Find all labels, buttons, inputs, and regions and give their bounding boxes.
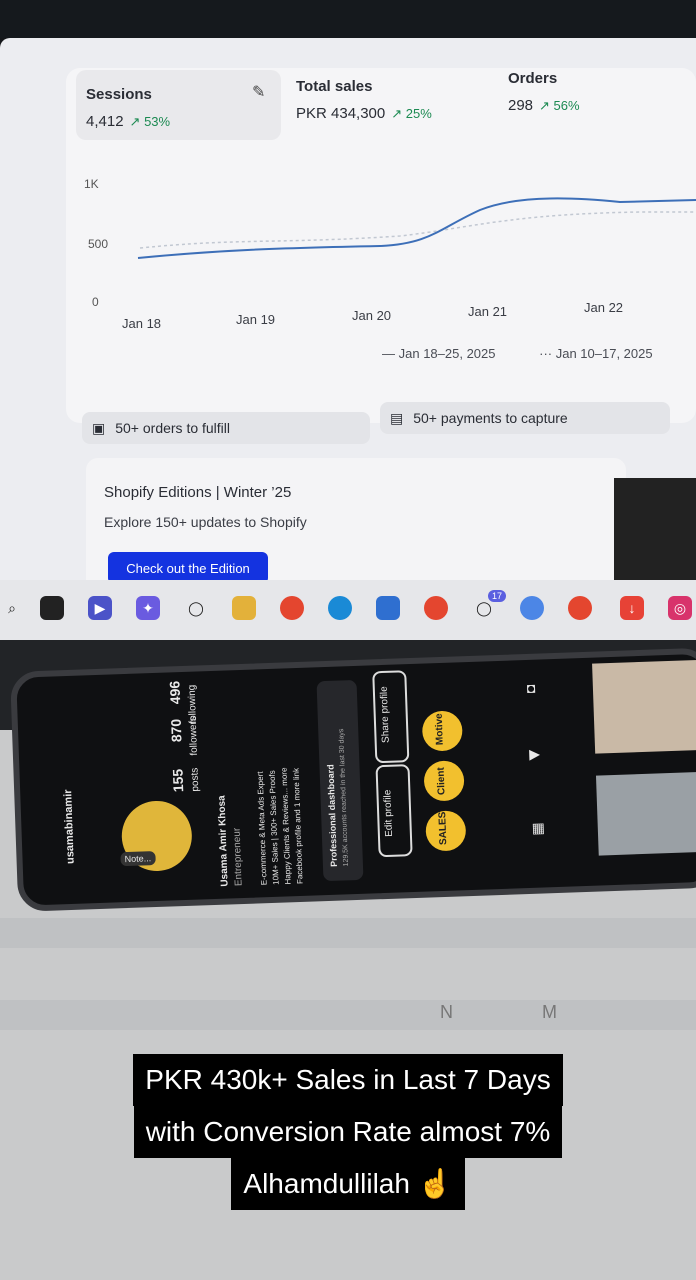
- legend-current: — Jan 18–25, 2025: [382, 346, 496, 361]
- ig-bio-line3: Happy Clients & Reviews... more: [279, 767, 293, 885]
- file-explorer-icon[interactable]: [232, 596, 256, 620]
- ig-note[interactable]: Note...: [120, 851, 156, 867]
- caption-line-3: Alhamdullilah ☝️: [231, 1158, 465, 1210]
- orders-metric[interactable]: Orders 298 ↗ 56%: [508, 70, 580, 114]
- legend-previous: ··· Jan 10–17, 2025: [539, 346, 653, 361]
- y-tick-1k: 1K: [84, 177, 99, 191]
- chrome-alt2-icon[interactable]: [568, 596, 592, 620]
- chart-legend: — Jan 18–25, 2025 ··· Jan 10–17, 2025: [382, 346, 693, 361]
- reels-icon[interactable]: ▶: [529, 746, 540, 763]
- key-m: M: [542, 1002, 557, 1022]
- ig-bio-line4: Facebook profile and 1 more link: [291, 767, 305, 885]
- payments-to-capture-label: 50+ payments to capture: [413, 410, 568, 426]
- key-row: [0, 918, 696, 948]
- edit-pencil-icon[interactable]: ✎: [252, 82, 265, 102]
- sessions-line-chart: 1K 500 0 Jan 18 Jan 19 Jan 20 Jan 21 Jan…: [84, 177, 696, 331]
- x-tick-jan21: Jan 21: [468, 304, 507, 319]
- copilot-icon[interactable]: ✦: [136, 596, 160, 620]
- search-icon[interactable]: ⌕: [0, 596, 24, 620]
- edition-title: Shopify Editions | Winter ’25: [104, 484, 292, 501]
- chrome-alt-icon[interactable]: [520, 596, 544, 620]
- ig-category: Entrepreneur: [231, 827, 245, 887]
- chrome-profile-icon[interactable]: [424, 596, 448, 620]
- y-tick-0: 0: [92, 295, 99, 309]
- ig-followers-count: 870: [167, 718, 185, 743]
- orders-to-fulfill-button[interactable]: ▣ 50+ orders to fulfill: [82, 412, 370, 444]
- current-period-line: [137, 197, 696, 259]
- x-tick-jan20: Jan 20: [352, 308, 391, 323]
- x-tick-jan18: Jan 18: [122, 316, 161, 331]
- task-view-icon[interactable]: [40, 596, 64, 620]
- grid-icon[interactable]: ▦: [531, 819, 545, 836]
- monitor-screen: Sessions 4,412 ↗ 53% ✎ Total sales PKR 43…: [0, 38, 696, 598]
- key-n: N: [440, 1002, 453, 1022]
- orders-to-fulfill-label: 50+ orders to fulfill: [115, 420, 231, 436]
- ig-posts-label: posts: [189, 767, 202, 792]
- notification-badge: 17: [488, 590, 507, 602]
- ig-bio-line1: E-commerce & Meta Ads Expert: [255, 771, 269, 886]
- story-caption: PKR 430k+ Sales in Last 7 Days with Conv…: [0, 1054, 696, 1210]
- teams-icon[interactable]: ▶: [88, 596, 112, 620]
- caption-line-2: with Conversion Rate almost 7%: [133, 1106, 563, 1158]
- ig-share-profile-label: Share profile: [378, 686, 392, 744]
- ig-bio-line2: 10M+ Sales | 300+ Sales Proofs: [267, 770, 281, 886]
- sessions-value: 4,412 ↗ 53%: [86, 113, 171, 130]
- orders-label: Orders: [508, 70, 558, 87]
- ig-following-count: 496: [166, 680, 184, 705]
- x-tick-jan19: Jan 19: [236, 312, 275, 327]
- whatsapp-icon[interactable]: ◯: [184, 596, 208, 620]
- ig-highlight-motive-label: Motive: [433, 713, 446, 746]
- ig-post-thumbnail[interactable]: [592, 659, 696, 754]
- total-sales-change: ↗ 25%: [391, 106, 432, 121]
- tagged-icon[interactable]: ◘: [527, 680, 536, 696]
- instagram-icon[interactable]: ◎: [668, 596, 692, 620]
- sessions-label: Sessions: [86, 86, 152, 103]
- orders-value: 298 ↗ 56%: [508, 97, 580, 114]
- edition-subtitle: Explore 150+ updates to Shopify: [104, 514, 307, 530]
- ig-highlight-sales-label: SALES: [437, 811, 450, 846]
- top-bar: [0, 0, 696, 38]
- sessions-change: ↗ 53%: [129, 114, 171, 129]
- ig-highlight-client-label: Client: [435, 767, 448, 796]
- store-icon[interactable]: [376, 596, 400, 620]
- ig-full-name: Usama Amir Khosa: [216, 795, 231, 887]
- shopify-editions-card: Shopify Editions | Winter ’25 Explore 15…: [86, 458, 626, 598]
- key-row: [0, 1000, 696, 1030]
- ig-posts-count: 155: [169, 768, 187, 793]
- y-tick-500: 500: [88, 237, 108, 251]
- box-icon: ▣: [92, 419, 106, 436]
- download-icon[interactable]: ↓: [620, 596, 644, 620]
- x-tick-jan22: Jan 22: [584, 300, 623, 315]
- previous-period-line: [139, 211, 696, 249]
- ig-following-label: following: [186, 684, 199, 724]
- payment-icon: ▤: [390, 409, 404, 426]
- ig-edit-profile-label: Edit profile: [382, 789, 395, 838]
- chrome-icon[interactable]: [280, 596, 304, 620]
- edge-icon[interactable]: [328, 596, 352, 620]
- sessions-metric[interactable]: Sessions 4,412 ↗ 53%: [86, 86, 170, 130]
- total-sales-metric[interactable]: Total sales PKR 434,300 ↗ 25%: [296, 78, 432, 122]
- caption-line-1: PKR 430k+ Sales in Last 7 Days: [133, 1054, 563, 1106]
- ig-post-thumbnail[interactable]: [595, 771, 696, 856]
- smartphone: usamabinamir 155 posts 870 followers 496…: [10, 647, 696, 912]
- payments-to-capture-button[interactable]: ▤ 50+ payments to capture: [380, 402, 670, 434]
- orders-change: ↗ 56%: [539, 98, 580, 113]
- ig-username: usamabinamir: [62, 789, 77, 865]
- total-sales-value: PKR 434,300 ↗ 25%: [296, 105, 432, 122]
- total-sales-label: Total sales: [296, 78, 373, 95]
